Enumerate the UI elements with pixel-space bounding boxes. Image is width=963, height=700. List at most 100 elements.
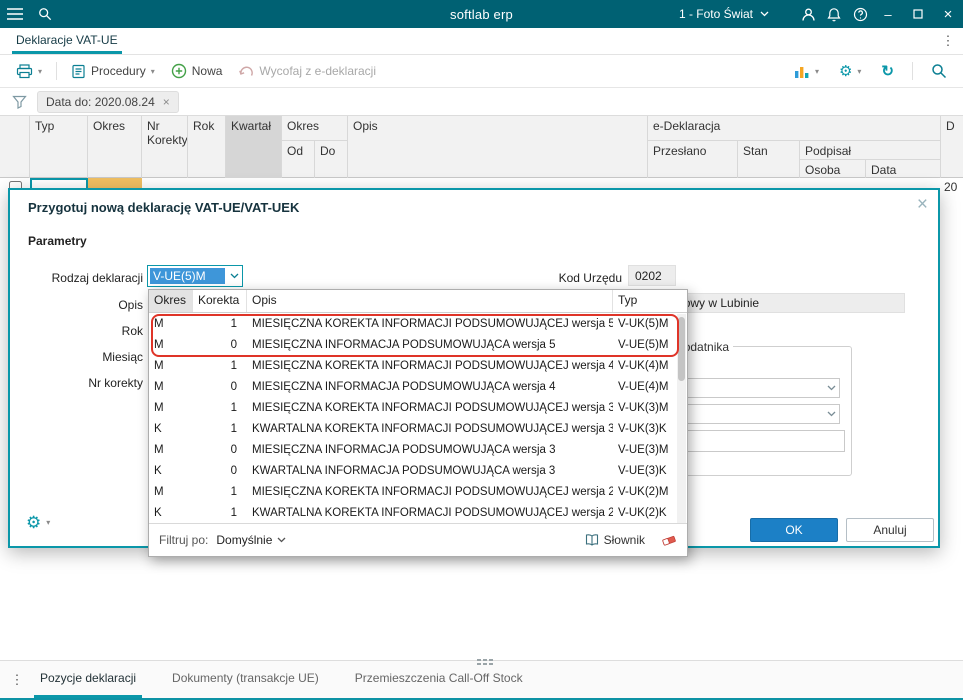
column-osoba[interactable]: Osoba bbox=[800, 160, 866, 178]
filter-funnel-icon[interactable] bbox=[12, 95, 27, 109]
column-nr-line2: Korekty bbox=[147, 133, 188, 147]
column-okres-group[interactable]: Okres bbox=[282, 116, 348, 141]
dictionary-button[interactable]: Słownik bbox=[585, 533, 645, 547]
hamburger-menu-icon[interactable] bbox=[0, 0, 30, 28]
tab-more-options-icon[interactable]: ⋮ bbox=[933, 28, 963, 54]
scrollbar-thumb[interactable] bbox=[678, 317, 685, 381]
picker-cell-opis: MIESIĘCZNA INFORMACJA PODSUMOWUJĄCA wers… bbox=[252, 380, 556, 393]
window-maximize-button[interactable] bbox=[903, 0, 933, 28]
eraser-icon[interactable] bbox=[661, 533, 677, 548]
dialog-settings-button[interactable]: ⚙ ▾ bbox=[26, 514, 50, 531]
column-partial[interactable]: D bbox=[941, 116, 963, 178]
procedures-icon bbox=[72, 64, 85, 78]
picker-cell-typ: V-UK(3)K bbox=[618, 422, 667, 435]
column-do[interactable]: Do bbox=[315, 141, 348, 178]
procedures-button[interactable]: Procedury ▾ bbox=[65, 60, 161, 83]
bottom-tab-dokumenty[interactable]: Dokumenty (transakcje UE) bbox=[166, 661, 325, 698]
picker-scrollbar[interactable] bbox=[677, 314, 686, 524]
picker-row[interactable]: M 1 MIESIĘCZNA KOREKTA INFORMACJI PODSUM… bbox=[149, 313, 678, 334]
picker-cell-okres: M bbox=[154, 359, 164, 372]
picker-cell-opis: KWARTALNA KOREKTA INFORMACJI PODSUMOWUJĄ… bbox=[252, 506, 613, 519]
window-close-button[interactable]: × bbox=[933, 0, 963, 28]
help-icon[interactable] bbox=[847, 0, 873, 28]
picker-col-opis[interactable]: Opis bbox=[247, 290, 613, 312]
picker-row[interactable]: M 0 MIESIĘCZNA INFORMACJA PODSUMOWUJĄCA … bbox=[149, 334, 678, 355]
picker-cell-okres: M bbox=[154, 338, 164, 351]
picker-cell-korekta: 1 bbox=[230, 317, 237, 330]
bar-chart-icon bbox=[794, 66, 809, 78]
column-edeklaracja-group[interactable]: e-Deklaracja bbox=[648, 116, 941, 141]
chevron-down-icon bbox=[760, 11, 769, 17]
bottom-tab-przemieszczenia[interactable]: Przemieszczenia Call-Off Stock bbox=[349, 661, 529, 698]
column-okres[interactable]: Okres bbox=[88, 116, 142, 178]
toolbar-divider bbox=[912, 62, 913, 80]
picker-row[interactable]: K 1 KWARTALNA KOREKTA INFORMACJI PODSUMO… bbox=[149, 502, 678, 523]
column-opis[interactable]: Opis bbox=[348, 116, 648, 178]
column-select bbox=[0, 116, 30, 178]
picker-row[interactable]: K 1 KWARTALNA KOREKTA INFORMACJI PODSUMO… bbox=[149, 418, 678, 439]
search-icon[interactable] bbox=[30, 0, 60, 28]
picker-cell-opis: MIESIĘCZNA INFORMACJA PODSUMOWUJĄCA wers… bbox=[252, 338, 556, 351]
panel-resize-handle[interactable] bbox=[477, 659, 481, 661]
search-grid-button[interactable] bbox=[925, 59, 953, 83]
analysis-button[interactable]: ▾ bbox=[788, 60, 825, 83]
picker-row[interactable]: M 0 MIESIĘCZNA INFORMACJA PODSUMOWUJĄCA … bbox=[149, 376, 678, 397]
picker-col-okres[interactable]: Okres bbox=[149, 290, 193, 312]
print-menu-chevron-icon[interactable]: ▾ bbox=[38, 67, 42, 76]
column-nr-korekty[interactable]: Nr Korekty bbox=[142, 116, 188, 178]
filter-by-selector[interactable]: Domyślnie bbox=[216, 533, 286, 547]
procedures-chevron-icon: ▾ bbox=[150, 66, 155, 76]
picker-col-korekta[interactable]: Korekta bbox=[193, 290, 247, 312]
picker-cell-typ: V-UK(5)M bbox=[618, 317, 669, 330]
picker-cell-korekta: 1 bbox=[230, 401, 237, 414]
picker-col-typ[interactable]: Typ bbox=[613, 290, 679, 312]
declaration-type-combo[interactable]: V-UE(5)M bbox=[147, 265, 243, 287]
column-kwartal[interactable]: Kwartał bbox=[226, 116, 282, 178]
column-stan[interactable]: Stan bbox=[738, 141, 800, 178]
window-minimize-button[interactable]: – bbox=[873, 0, 903, 28]
new-button[interactable]: Nowa bbox=[165, 59, 229, 83]
application-window: softlab erp 1 - Foto Świat – × Deklaracj… bbox=[0, 0, 963, 700]
bottom-more-options-icon[interactable]: ⋮ bbox=[0, 661, 34, 698]
picker-row[interactable]: M 1 MIESIĘCZNA KOREKTA INFORMACJI PODSUM… bbox=[149, 355, 678, 376]
picker-cell-korekta: 0 bbox=[230, 338, 237, 351]
picker-cell-korekta: 1 bbox=[230, 422, 237, 435]
dialog-close-icon[interactable]: × bbox=[917, 194, 928, 216]
row-partial-value: 20 bbox=[944, 180, 958, 194]
print-button[interactable]: ▾ bbox=[10, 60, 48, 83]
user-icon[interactable] bbox=[795, 0, 821, 28]
plus-circle-icon bbox=[171, 63, 186, 79]
filter-chip-date[interactable]: Data do: 2020.08.24 × bbox=[37, 90, 179, 113]
notifications-bell-icon[interactable] bbox=[821, 0, 847, 28]
picker-cell-okres: K bbox=[154, 506, 162, 519]
column-od[interactable]: Od bbox=[282, 141, 315, 178]
picker-row[interactable]: M 1 MIESIĘCZNA KOREKTA INFORMACJI PODSUM… bbox=[149, 397, 678, 418]
search-icon bbox=[932, 64, 947, 79]
ok-button[interactable]: OK bbox=[750, 518, 838, 542]
picker-row[interactable]: M 0 MIESIĘCZNA INFORMACJA PODSUMOWUJĄCA … bbox=[149, 439, 678, 460]
column-typ[interactable]: Typ bbox=[30, 116, 88, 178]
column-przeslano[interactable]: Przesłano bbox=[648, 141, 738, 178]
withdraw-label: Wycofaj z e-deklaracji bbox=[259, 64, 377, 78]
combo-chevron-icon[interactable] bbox=[226, 266, 242, 286]
combo-chevron-icon[interactable] bbox=[823, 379, 839, 397]
picker-row[interactable]: K 0 KWARTALNA INFORMACJA PODSUMOWUJĄCA w… bbox=[149, 460, 678, 481]
column-podpisal-group[interactable]: Podpisał bbox=[800, 141, 941, 160]
picker-cell-okres: K bbox=[154, 422, 162, 435]
bottom-tab-pozycje[interactable]: Pozycje deklaracji bbox=[34, 661, 143, 698]
tab-deklaracje-vat-ue[interactable]: Deklaracje VAT-UE bbox=[12, 28, 122, 54]
office-code-field[interactable]: 0202 bbox=[628, 265, 676, 286]
picker-cell-okres: M bbox=[154, 380, 164, 393]
settings-chevron-icon: ▾ bbox=[857, 66, 862, 76]
picker-row[interactable]: M 1 MIESIĘCZNA KOREKTA INFORMACJI PODSUM… bbox=[149, 481, 678, 502]
combo-chevron-icon[interactable] bbox=[823, 405, 839, 423]
picker-cell-korekta: 0 bbox=[230, 464, 237, 477]
column-rok[interactable]: Rok bbox=[188, 116, 226, 178]
picker-cell-okres: M bbox=[154, 443, 164, 456]
settings-button[interactable]: ⚙ ▾ bbox=[833, 60, 867, 83]
refresh-button[interactable]: ↻ bbox=[875, 60, 900, 83]
cancel-button[interactable]: Anuluj bbox=[846, 518, 934, 542]
column-data[interactable]: Data bbox=[866, 160, 941, 178]
filter-chip-remove-icon[interactable]: × bbox=[163, 95, 170, 109]
company-selector[interactable]: 1 - Foto Świat bbox=[679, 7, 769, 21]
